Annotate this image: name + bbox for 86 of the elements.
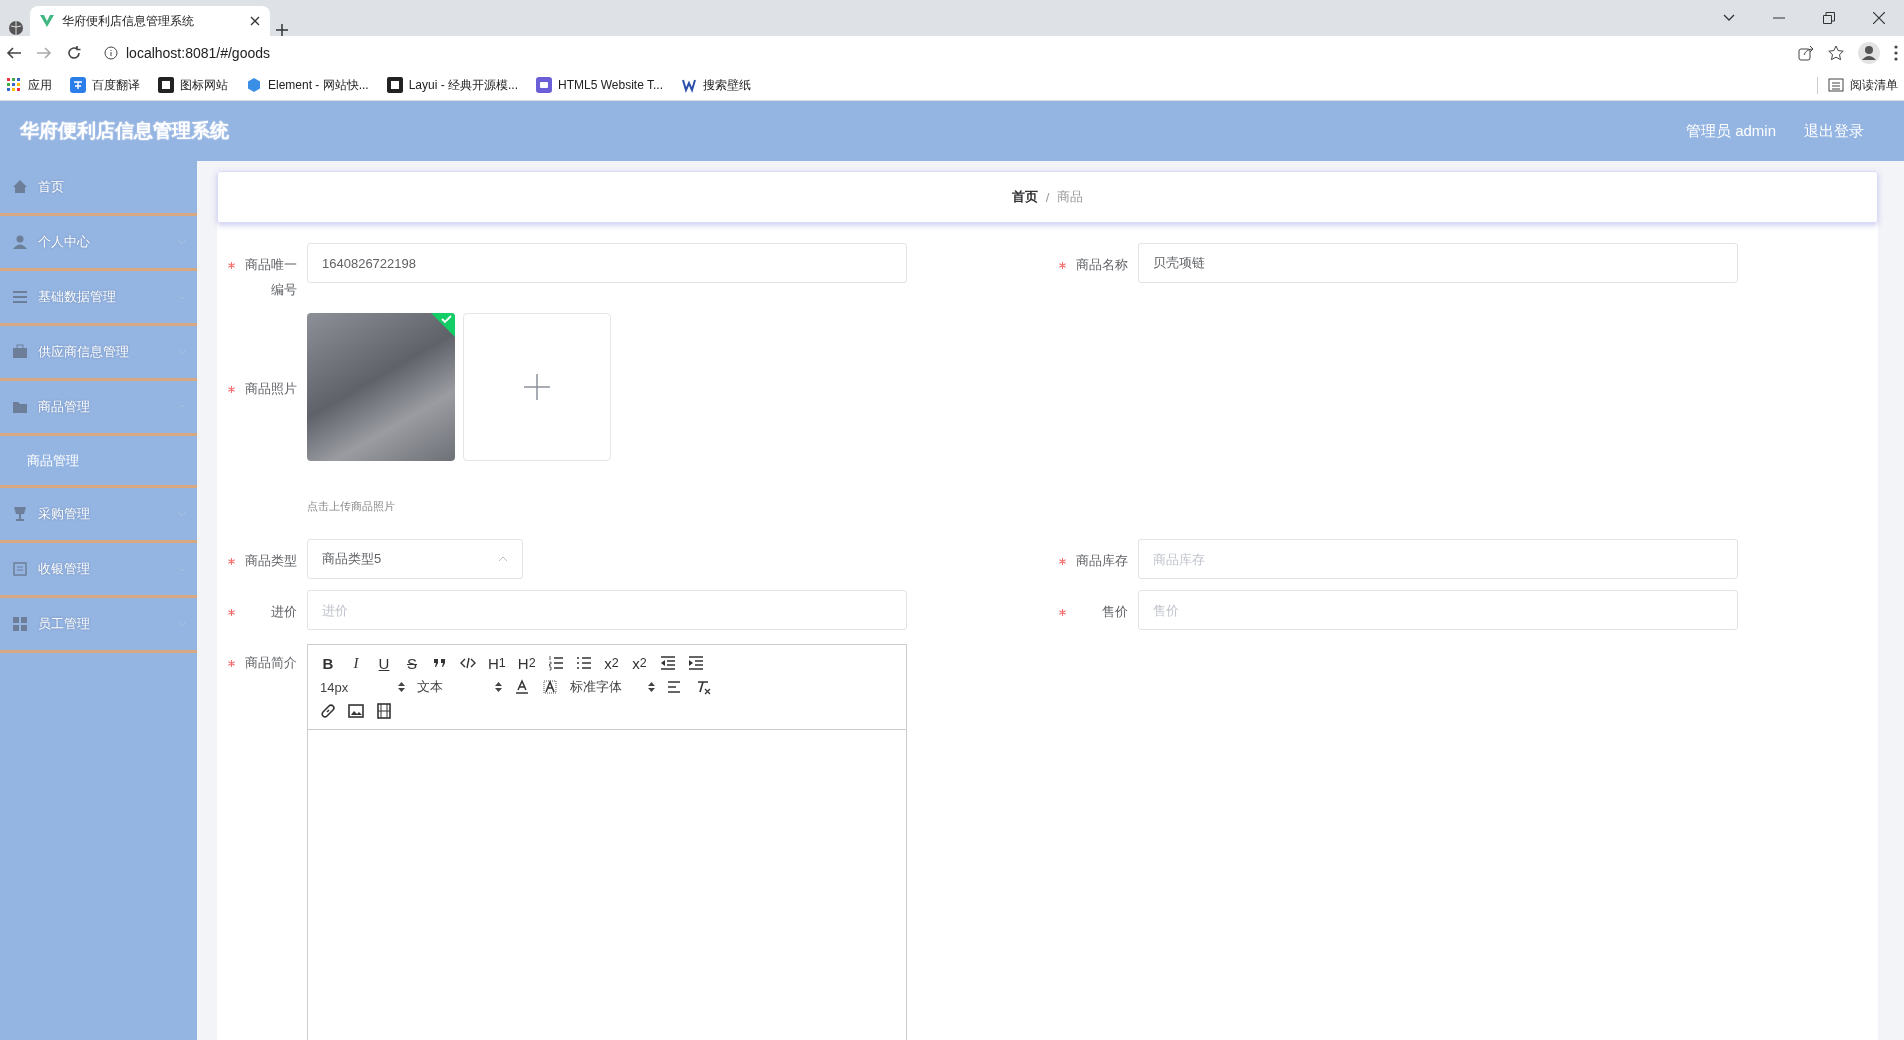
share-icon[interactable]: [1798, 45, 1814, 61]
v-logo-icon: [40, 14, 54, 28]
bullet-list-icon: [575, 655, 592, 672]
ordered-list-icon: [547, 655, 564, 672]
house-icon: [12, 179, 28, 195]
folder-icon: [12, 399, 28, 415]
field-label: 商品简介: [244, 654, 297, 673]
app-title: 华府便利店信息管理系统: [20, 119, 229, 143]
bookmark[interactable]: 百度翻译: [70, 76, 140, 94]
text-field[interactable]: 进价: [307, 590, 907, 631]
outdent-icon: [659, 655, 676, 672]
format-picker[interactable]: 标准字体: [570, 678, 655, 697]
field-label: 商品唯一编号: [244, 256, 297, 299]
field-label: 商品名称: [1074, 256, 1128, 274]
bold-button[interactable]: B: [320, 653, 336, 674]
close-icon[interactable]: [1873, 12, 1885, 24]
plus-icon: [524, 374, 550, 401]
briefcase-icon: [12, 344, 28, 360]
bookmark[interactable]: Layui - 经典开源模...: [386, 76, 519, 94]
hexagon-icon: [246, 77, 262, 93]
up-down-arrow-icon: [648, 681, 655, 694]
reading-list-button[interactable]: 阅读清单: [1817, 76, 1898, 94]
breadcrumb-separator: /: [1045, 189, 1050, 205]
back-icon[interactable]: [6, 45, 22, 61]
globe-icon[interactable]: [8, 20, 24, 36]
browser-tab[interactable]: 华府便利店信息管理系统: [30, 6, 270, 36]
star-icon[interactable]: [1828, 45, 1844, 61]
new-tab-icon[interactable]: [276, 24, 288, 36]
up-down-arrow-icon: [398, 681, 405, 694]
film-button[interactable]: [376, 701, 392, 722]
upload-hint: 点击上传商品照片: [307, 499, 396, 515]
ordered-list-button[interactable]: [547, 653, 564, 674]
translate-icon: [70, 77, 86, 93]
profile-icon[interactable]: [1858, 42, 1880, 64]
format-picker[interactable]: 14px: [320, 679, 405, 695]
w-logo-icon: [681, 77, 697, 93]
clear-format-icon: [695, 679, 711, 696]
field-label: 商品照片: [244, 380, 297, 399]
field-label: 商品类型: [244, 552, 297, 571]
apps-icon: [6, 77, 22, 93]
person-icon: [12, 234, 28, 250]
document-icon: [12, 561, 28, 577]
trophy-icon: [12, 506, 28, 522]
tab-title: 华府便利店信息管理系统: [62, 12, 195, 30]
breadcrumb-item: 商品: [1057, 188, 1084, 206]
user-name: 管理员 admin: [1685, 121, 1776, 141]
field-label: 进价: [270, 603, 297, 622]
up-down-arrow-icon: [495, 681, 502, 694]
info-icon: [104, 46, 118, 60]
bookmark-icon: [536, 77, 553, 93]
grid-icon: [12, 616, 28, 632]
strike-button[interactable]: S: [404, 653, 420, 674]
image-icon: [348, 703, 364, 720]
indent-icon: [687, 655, 704, 672]
align-icon: [667, 679, 683, 696]
bookmark[interactable]: 搜索壁纸: [681, 76, 751, 94]
bookmark-icon: [386, 77, 403, 93]
close-icon[interactable]: [250, 16, 260, 26]
text-field[interactable]: 贝壳项链: [1137, 243, 1738, 283]
more-icon[interactable]: [1894, 45, 1898, 61]
italic-button[interactable]: I: [348, 653, 364, 674]
restore-icon[interactable]: [1823, 12, 1835, 24]
underline-button[interactable]: U: [376, 653, 392, 674]
chevron-down-icon[interactable]: [1723, 14, 1735, 22]
bookmark[interactable]: 应用: [6, 76, 52, 94]
format-picker[interactable]: 文本: [417, 678, 502, 697]
film-icon: [376, 703, 392, 720]
bookmark[interactable]: 图标网站: [158, 76, 228, 94]
bookmark[interactable]: HTML5 Website T...: [536, 77, 663, 93]
url-text: localhost:8081/#/goods: [126, 45, 270, 61]
link-icon: [320, 703, 336, 720]
text-field[interactable]: 商品库存: [1137, 539, 1738, 580]
reload-icon[interactable]: [66, 45, 82, 61]
bookmark-icon: [158, 77, 174, 93]
field-label: 商品库存: [1074, 552, 1128, 571]
lines-icon: [12, 289, 28, 305]
type-dropdown[interactable]: 商品类型5: [307, 539, 523, 580]
breadcrumb-link[interactable]: 首页: [1011, 188, 1038, 206]
highlight-icon: [542, 679, 558, 696]
caret-icon: [498, 556, 508, 563]
text-color-icon: [514, 679, 530, 696]
text-field[interactable]: 1640826722198: [307, 243, 907, 283]
text-field[interactable]: 售价: [1137, 590, 1738, 631]
list-icon: [1828, 77, 1844, 93]
bookmark[interactable]: Element - 网站快...: [246, 76, 369, 94]
field-label: 售价: [1100, 603, 1128, 622]
